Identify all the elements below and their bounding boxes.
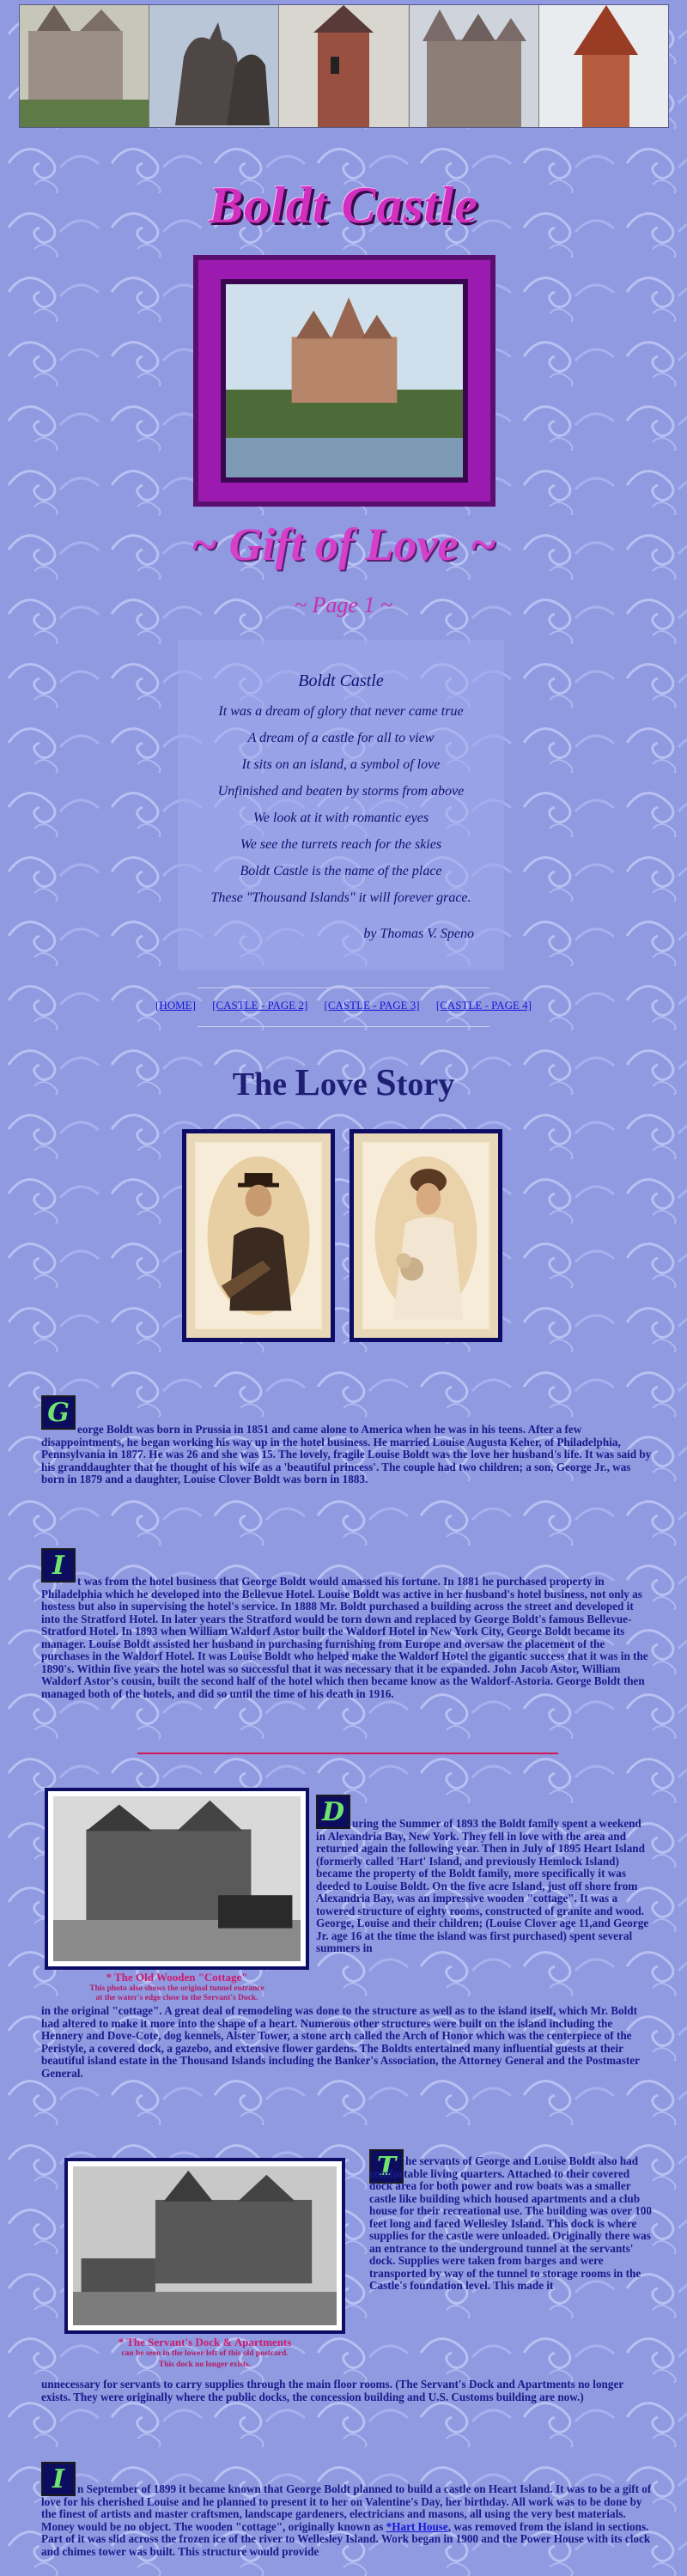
poem-line: It was a dream of glory that never came … bbox=[218, 704, 464, 719]
nav-castle-page-4-link[interactable]: [CASTLE - PAGE 4] bbox=[436, 999, 532, 1012]
header-banner bbox=[19, 4, 669, 128]
castle-photo-icon bbox=[221, 279, 468, 483]
portrait-man-icon bbox=[195, 1142, 322, 1329]
site-title: Boldt Castle bbox=[209, 177, 478, 234]
portrait-woman-icon bbox=[362, 1142, 489, 1329]
deer-sculpture-icon bbox=[149, 5, 280, 127]
divider-line bbox=[198, 987, 489, 988]
story-paragraph-3-continued: in the original "cottage". A great deal … bbox=[41, 2004, 640, 2080]
poem-line: We see the turrets reach for the skies bbox=[240, 837, 442, 852]
poem-title: Boldt Castle bbox=[298, 671, 384, 690]
castle-photo-icon bbox=[20, 5, 150, 127]
hart-house-link[interactable]: *Hart House bbox=[386, 2520, 448, 2533]
photo-caption-note: can be seen in the lower left of this ol… bbox=[121, 2349, 289, 2358]
story-paragraph-5: n September of 1899 it became known that… bbox=[41, 2482, 652, 2558]
story-paragraph-2: t was from the hotel business that Georg… bbox=[41, 1575, 648, 1700]
tower-photo-icon bbox=[279, 5, 410, 127]
story-paragraph-3: uring the Summer of 1893 the Boldt famil… bbox=[316, 1817, 649, 1954]
servants-dock-postcard-photo bbox=[64, 2158, 345, 2334]
postcard-photo-icon bbox=[73, 2166, 337, 2325]
divider-line bbox=[198, 1026, 489, 1027]
poem-line: We look at it with romantic eyes bbox=[252, 811, 429, 825]
poem-line: It sits on an island, a symbol of love bbox=[241, 757, 441, 772]
photo-caption-note: This dock no longer exists. bbox=[158, 2360, 252, 2369]
story-paragraph-4: he servants of George and Louise Boldt a… bbox=[369, 2154, 652, 2292]
page-indicator: ~ Page 1 ~ bbox=[294, 592, 393, 617]
gift-of-love-heading: ~ Gift of Love ~ bbox=[191, 519, 496, 570]
love-story-heading: The Love Story bbox=[232, 1061, 455, 1103]
nav-castle-page-3-link[interactable]: [CASTLE - PAGE 3] bbox=[325, 999, 420, 1012]
poem-line: These "Thousand Islands" it will forever… bbox=[210, 890, 471, 905]
poem-author: by Thomas V. Speno bbox=[363, 927, 474, 941]
story-paragraph-4-continued: unnecessary for servants to carry suppli… bbox=[41, 2378, 623, 2403]
photo-caption: * The Servant's Dock & Apartments bbox=[118, 2336, 292, 2348]
cottage-photo-icon bbox=[53, 1796, 301, 1961]
poem-line: Boldt Castle is the name of the place bbox=[240, 864, 442, 878]
dove-cote-photo-icon bbox=[538, 5, 669, 127]
poem-line: Unfinished and beaten by storms from abo… bbox=[217, 784, 465, 799]
old-wooden-cottage-photo bbox=[45, 1788, 309, 1970]
poem-line: A dream of a castle for all to view bbox=[247, 731, 435, 745]
page-navigation: [HOME] [CASTLE - PAGE 2] [CASTLE - PAGE … bbox=[0, 999, 687, 1012]
photo-caption-note: This photo also shows the original tunne… bbox=[89, 1984, 264, 1993]
castle-towers-photo-icon bbox=[409, 5, 539, 127]
photo-caption-note: at the water's edge close to the Servant… bbox=[95, 1994, 258, 2002]
louise-boldt-portrait bbox=[350, 1129, 502, 1342]
castle-main-photo-frame bbox=[193, 255, 495, 507]
story-paragraph-1: eorge Boldt was born in Prussia in 1851 … bbox=[41, 1423, 652, 1485]
nav-home-link[interactable]: [HOME] bbox=[155, 999, 196, 1012]
george-boldt-portrait bbox=[182, 1129, 335, 1342]
photo-caption: * The Old Wooden "Cottage" bbox=[106, 1971, 248, 1984]
section-divider bbox=[137, 1753, 558, 1754]
nav-castle-page-2-link[interactable]: [CASTLE - PAGE 2] bbox=[212, 999, 307, 1012]
